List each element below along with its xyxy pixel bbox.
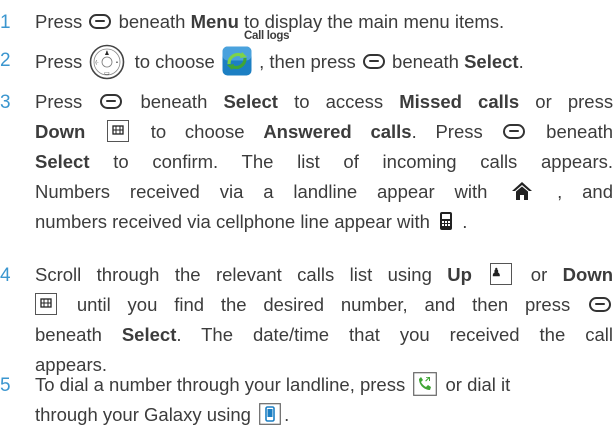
step-number: 4 [0, 265, 11, 286]
call-logs-app-icon [222, 46, 252, 76]
app-label: Call logs [244, 30, 290, 42]
step-3-line-2: Down to choose Answered calls. Press ben… [35, 120, 614, 143]
up-key-2-icon: ♟ [490, 263, 513, 286]
step-number: 1 [0, 12, 11, 33]
landline-home-icon [512, 182, 533, 201]
step-2-line: Press ♟ ▭ (· • to choose , then press be… [35, 44, 524, 80]
svg-text:•: • [116, 60, 119, 66]
step-3-line-4: Numbers received via a landline appear w… [35, 181, 614, 202]
step-4-line-3: beneath Select. The date/time that you r… [35, 324, 613, 345]
softkey-icon [89, 13, 112, 29]
down-key-8-icon [107, 120, 130, 143]
step-4-line-2: until you find the desired number, and t… [35, 290, 613, 320]
step-3-line-3: Select to confirm. The list of incoming … [35, 151, 614, 172]
step-5-line-1: To dial a number through your landline, … [35, 372, 511, 397]
svg-text:♟: ♟ [105, 50, 110, 57]
svg-text:(·: (· [96, 60, 100, 66]
softkey-icon [100, 93, 123, 109]
cellphone-icon [440, 212, 453, 231]
navigation-ring-icon: ♟ ▭ (· • [90, 44, 125, 80]
step-number: 2 [0, 50, 11, 71]
step-4-line-1: Scroll through the relevant calls list u… [35, 263, 614, 286]
galaxy-phone-key-icon [259, 403, 282, 426]
softkey-icon [589, 296, 612, 312]
softkey-icon [503, 123, 526, 139]
step-3-line-5: numbers received via cellphone line appe… [35, 211, 468, 232]
step-number: 5 [0, 375, 11, 396]
down-key-8-icon [35, 293, 57, 316]
green-talk-key-icon [413, 372, 438, 397]
step-number: 3 [0, 92, 11, 113]
softkey-icon [362, 53, 385, 69]
step-3-line-1: Press beneath Select to access Missed ca… [35, 91, 614, 112]
step-5-line-2: through your Galaxy using . [35, 403, 290, 426]
svg-text:▭: ▭ [105, 70, 111, 77]
